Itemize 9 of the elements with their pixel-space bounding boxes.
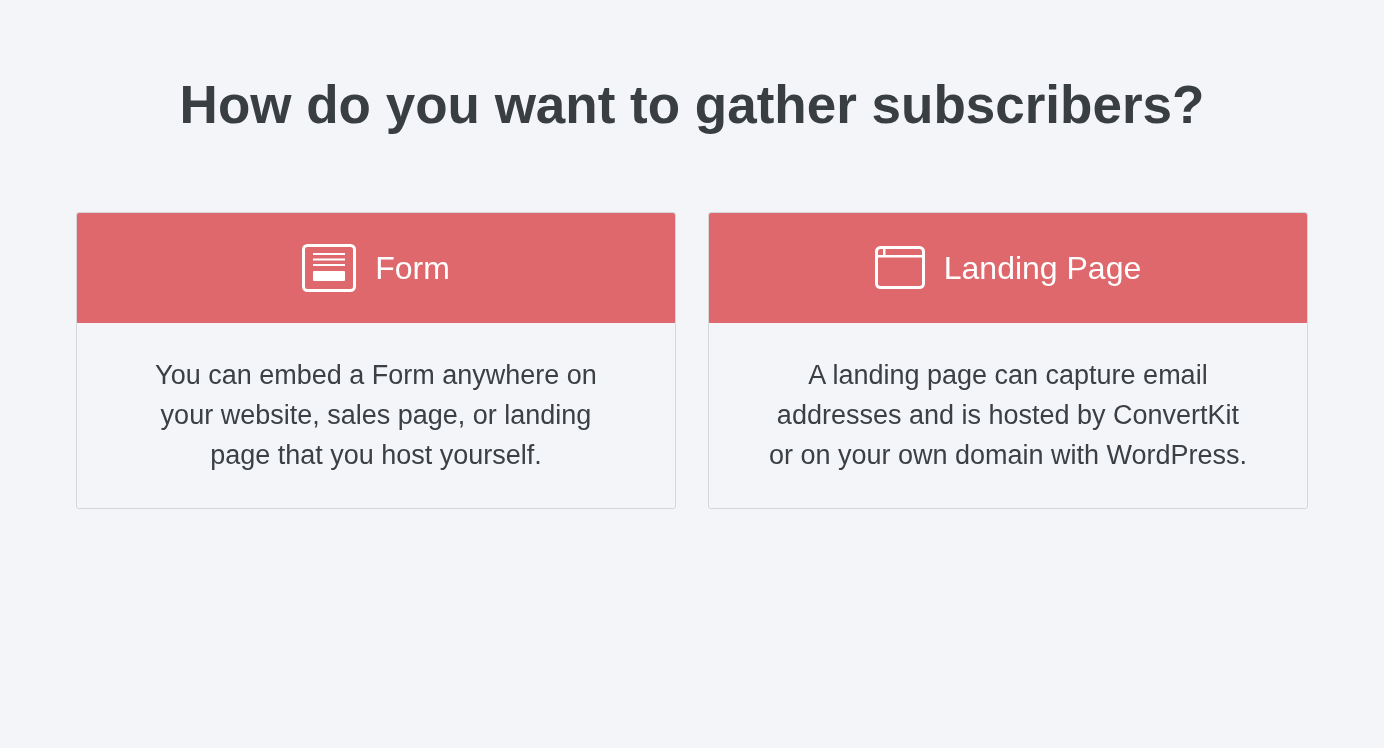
browser-window-icon <box>874 246 925 289</box>
option-description: A landing page can capture email addresses and is hosted by ConvertKit or on your own domain with WordPress. <box>767 359 1249 472</box>
option-card[interactable]: Form You can embed a Form anywhere on your website, sales page, or landing page that you host yourself. <box>76 212 676 509</box>
form-icon <box>302 243 357 292</box>
page-heading: How do you want to gather subscribers? <box>179 74 1205 136</box>
option-description: You can embed a Form anywhere on your website, sales page, or landing page that you host yourself. <box>154 359 598 472</box>
option-title: Landing Page <box>943 248 1142 288</box>
option-card[interactable]: Landing Page A landing page can capture email addresses and is hosted by ConvertKit or on your own domain with WordPress. <box>708 212 1308 509</box>
option-title: Form <box>375 248 450 288</box>
